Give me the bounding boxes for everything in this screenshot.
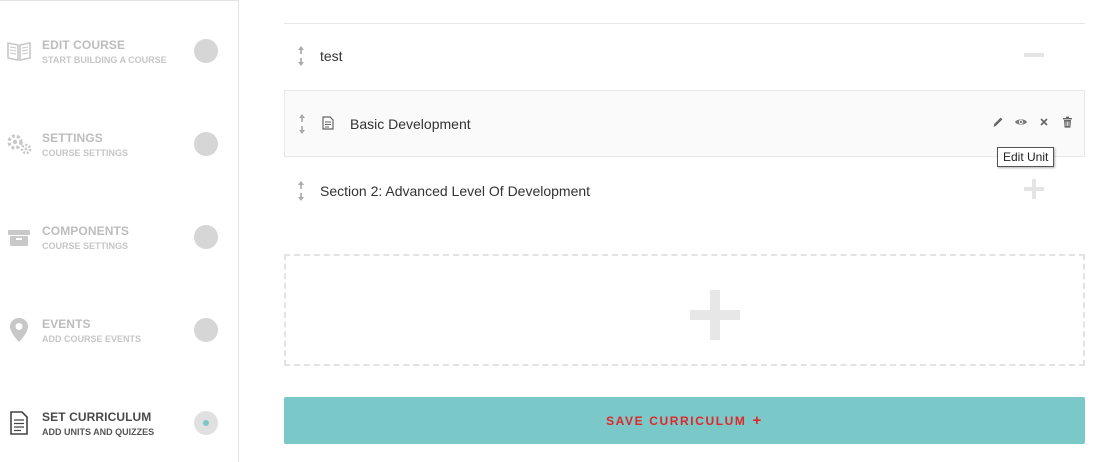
step-title: EVENTS xyxy=(42,317,91,331)
drag-handle-icon[interactable] xyxy=(296,179,306,203)
step-status-dot xyxy=(194,39,218,63)
section-title[interactable]: Section 2: Advanced Level Of Development xyxy=(320,183,590,199)
step-set-curriculum[interactable]: SET CURRICULUM ADD UNITS AND QUIZZES xyxy=(0,410,238,462)
drag-handle-icon[interactable] xyxy=(297,112,307,136)
step-events[interactable]: EVENTS ADD COURSE EVENTS xyxy=(0,317,238,387)
unit-title[interactable]: Basic Development xyxy=(350,116,471,132)
curriculum-section: test xyxy=(284,24,1085,91)
save-curriculum-button[interactable]: SAVE CURRICULUM + xyxy=(284,397,1085,444)
edit-icon[interactable] xyxy=(991,115,1005,129)
minus-icon[interactable] xyxy=(1023,44,1045,66)
add-section-dropzone[interactable] xyxy=(284,254,1085,366)
trash-icon[interactable] xyxy=(1060,115,1074,129)
step-subtitle: ADD UNITS AND QUIZZES xyxy=(42,427,155,437)
step-subtitle: START BUILDING A COURSE xyxy=(42,55,167,65)
step-status-dot xyxy=(194,318,218,342)
page: EDIT COURSE START BUILDING A COURSE SETT… xyxy=(0,0,1103,462)
save-label: SAVE CURRICULUM xyxy=(606,413,747,428)
step-subtitle: COURSE SETTINGS xyxy=(42,241,129,251)
gears-icon xyxy=(6,131,32,157)
book-icon xyxy=(6,38,32,64)
unit-actions xyxy=(991,115,1074,129)
step-edit-course[interactable]: EDIT COURSE START BUILDING A COURSE xyxy=(0,38,238,108)
close-icon[interactable] xyxy=(1037,115,1051,129)
archive-icon xyxy=(6,224,32,250)
course-steps-sidebar: EDIT COURSE START BUILDING A COURSE SETT… xyxy=(0,0,239,462)
eye-icon[interactable] xyxy=(1014,115,1028,129)
step-subtitle: COURSE SETTINGS xyxy=(42,148,129,158)
step-title: COMPONENTS xyxy=(42,224,130,238)
document-icon xyxy=(322,116,334,130)
step-status-dot xyxy=(194,411,218,435)
drag-handle-icon[interactable] xyxy=(296,44,306,68)
step-status-dot xyxy=(194,132,218,156)
section-title[interactable]: test xyxy=(320,48,343,64)
curriculum-unit: Basic Development xyxy=(284,90,1085,157)
curriculum-editor: test Basic Development Edit Unit Section… xyxy=(284,0,1085,462)
step-status-dot xyxy=(194,225,218,249)
plus-icon xyxy=(690,290,740,340)
step-settings[interactable]: SETTINGS COURSE SETTINGS xyxy=(0,131,238,201)
map-pin-icon xyxy=(6,317,32,343)
plus-icon: + xyxy=(752,412,763,429)
step-title: SET CURRICULUM xyxy=(42,410,152,424)
curriculum-section: Section 2: Advanced Level Of Development xyxy=(284,158,1085,225)
step-title: EDIT COURSE xyxy=(42,38,126,52)
step-title: SETTINGS xyxy=(42,131,103,145)
plus-icon[interactable] xyxy=(1023,178,1045,200)
document-icon xyxy=(6,410,32,436)
step-components[interactable]: COMPONENTS COURSE SETTINGS xyxy=(0,224,238,294)
step-subtitle: ADD COURSE EVENTS xyxy=(42,334,142,344)
